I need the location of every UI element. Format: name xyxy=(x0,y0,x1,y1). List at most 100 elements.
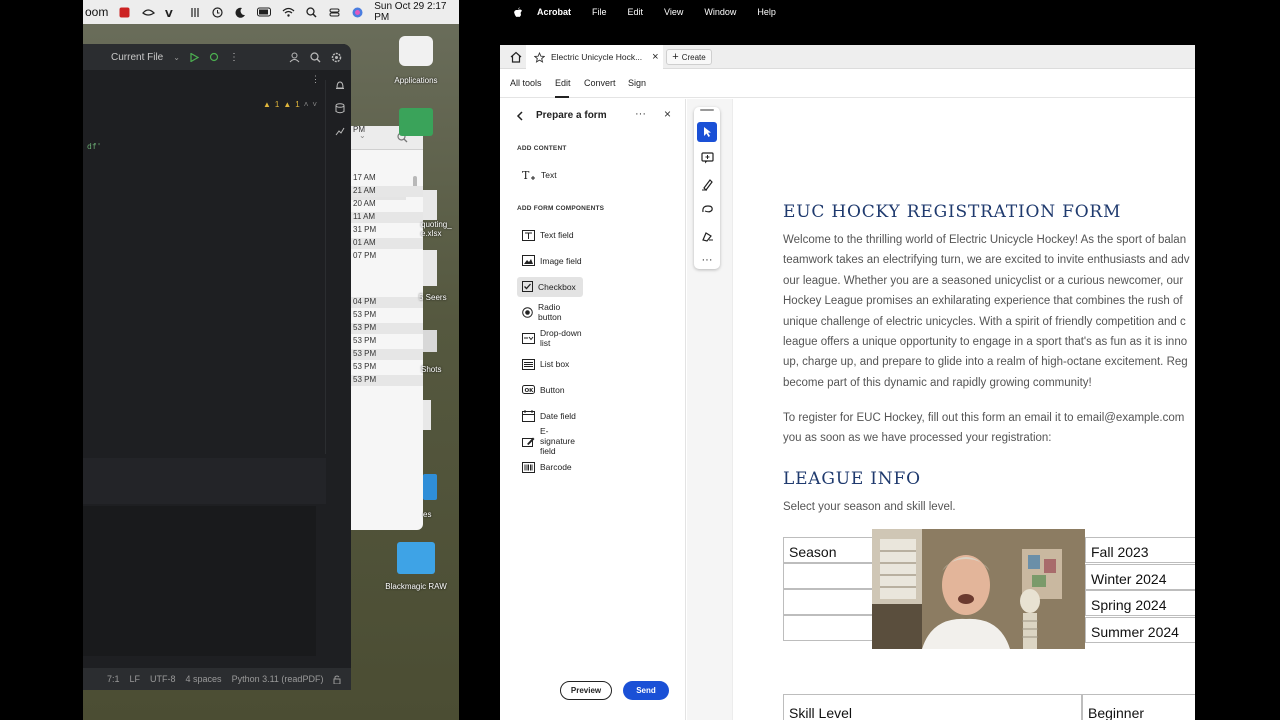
wifi-icon[interactable] xyxy=(281,5,294,19)
tab-all-tools[interactable]: All tools xyxy=(510,78,542,88)
vertical-toolbar: ··· xyxy=(694,107,720,269)
search-icon[interactable] xyxy=(310,51,321,63)
run-icon[interactable] xyxy=(190,52,199,62)
signature-icon[interactable] xyxy=(697,226,717,246)
python-interpreter[interactable]: Python 3.11 (readPDF) xyxy=(232,674,324,684)
season-option-cell[interactable]: Fall 2023 xyxy=(1085,537,1195,563)
moon-icon[interactable] xyxy=(234,5,247,19)
clock-icon[interactable] xyxy=(211,5,224,19)
menu-help[interactable]: Help xyxy=(757,7,776,17)
tab-sign[interactable]: Sign xyxy=(628,78,646,88)
blue-folder-icon[interactable] xyxy=(423,474,437,500)
database-icon[interactable] xyxy=(335,103,345,114)
add-button-button[interactable]: OK Button xyxy=(517,380,583,400)
applications-folder-icon[interactable] xyxy=(399,36,433,66)
finder-row-time[interactable]: 53 PM xyxy=(351,336,423,347)
indent-setting[interactable]: 4 spaces xyxy=(186,674,222,684)
finder-row-time[interactable]: 53 PM xyxy=(351,362,423,373)
add-esignature-field-button[interactable]: E-signature field xyxy=(517,426,583,456)
finder-row-time[interactable]: 11 AM xyxy=(351,212,423,223)
menu-file[interactable]: File xyxy=(592,7,607,17)
season-empty-cell[interactable] xyxy=(783,615,873,641)
run-config-select[interactable]: Current File xyxy=(111,52,163,63)
season-option-cell[interactable]: Summer 2024 xyxy=(1085,616,1195,643)
finder-row-time[interactable]: 04 PM xyxy=(351,297,423,308)
menu-window[interactable]: Window xyxy=(704,7,736,17)
vpn-icon[interactable]: V xyxy=(165,5,178,19)
more-tools-icon[interactable]: ··· xyxy=(697,250,717,270)
menu-app-name[interactable]: Acrobat xyxy=(537,7,571,17)
add-list-box-button[interactable]: List box xyxy=(517,354,583,374)
tab-convert[interactable]: Convert xyxy=(584,78,616,88)
add-date-field-button[interactable]: Date field xyxy=(517,406,583,426)
season-option-cell[interactable]: Spring 2024 xyxy=(1085,590,1195,616)
chart-icon[interactable] xyxy=(335,126,345,136)
fork-knife-icon[interactable] xyxy=(188,5,201,19)
folder-icon[interactable] xyxy=(397,542,435,574)
season-empty-cell[interactable] xyxy=(783,589,873,615)
season-empty-cell[interactable] xyxy=(783,563,873,589)
add-checkbox-button[interactable]: Checkbox xyxy=(517,276,583,297)
skill-option-cell[interactable]: Beginner xyxy=(1082,694,1195,720)
apple-icon[interactable] xyxy=(513,7,523,18)
drag-handle[interactable] xyxy=(700,109,714,111)
battery-icon[interactable] xyxy=(257,5,272,19)
finder-row-time[interactable]: 01 AM xyxy=(351,238,423,249)
menu-edit[interactable]: Edit xyxy=(628,7,644,17)
finder-row-time[interactable]: 53 PM xyxy=(351,323,423,334)
finder-row-time[interactable]: 53 PM xyxy=(351,375,423,386)
control-center-icon[interactable] xyxy=(328,5,341,19)
add-comment-icon[interactable] xyxy=(697,148,717,168)
user-icon[interactable] xyxy=(289,52,300,63)
more-horizontal-icon[interactable]: ··· xyxy=(635,108,646,120)
add-dropdown-list-button[interactable]: Drop-down list xyxy=(517,328,583,348)
season-option-cell[interactable]: Winter 2024 xyxy=(1085,563,1195,590)
finder-row-time[interactable]: 07 PM xyxy=(351,251,423,262)
tab-edit[interactable]: Edit xyxy=(555,78,571,88)
preview-button[interactable]: Preview xyxy=(560,681,612,700)
finder-row-time[interactable]: 53 PM xyxy=(351,310,423,321)
add-text-button[interactable]: T Text xyxy=(517,165,583,185)
finder-row-time[interactable]: 17 AM xyxy=(351,173,423,184)
star-icon[interactable] xyxy=(534,51,545,63)
file-encoding[interactable]: UTF-8 xyxy=(150,674,176,684)
home-icon[interactable] xyxy=(510,51,522,63)
siri-icon[interactable] xyxy=(351,5,364,19)
line-separator[interactable]: LF xyxy=(130,674,141,684)
screenshots-folder-icon[interactable] xyxy=(423,330,437,352)
finder-row-time[interactable]: 20 AM xyxy=(351,199,423,210)
terminal-panel[interactable] xyxy=(83,506,316,656)
create-button[interactable]: + Create xyxy=(666,49,712,65)
lock-icon[interactable] xyxy=(333,675,341,684)
more-vertical-icon[interactable]: ⋮ xyxy=(229,52,239,63)
menu-view[interactable]: View xyxy=(664,7,683,17)
finder-row-time[interactable]: 53 PM xyxy=(351,349,423,360)
select-tool-button[interactable] xyxy=(697,122,717,142)
back-arrow-icon[interactable] xyxy=(516,111,525,121)
close-panel-icon[interactable]: × xyxy=(664,107,671,121)
send-button[interactable]: Send xyxy=(623,681,669,700)
red-app-icon[interactable] xyxy=(118,5,131,19)
search-icon[interactable] xyxy=(305,5,318,19)
document-tab[interactable]: Electric Unicycle Hock... × xyxy=(526,45,663,69)
settings-icon[interactable] xyxy=(331,52,342,63)
wing-icon[interactable] xyxy=(141,5,155,19)
finder-row-time[interactable]: 21 AM xyxy=(351,186,423,197)
green-file-icon[interactable] xyxy=(399,108,433,136)
bell-icon[interactable] xyxy=(335,80,345,91)
spreadsheet-icon[interactable] xyxy=(423,190,437,220)
add-radio-button-button[interactable]: Radio button xyxy=(517,302,583,322)
add-image-field-button[interactable]: Image field xyxy=(517,251,583,271)
add-barcode-button[interactable]: Barcode xyxy=(517,457,583,477)
close-tab-icon[interactable]: × xyxy=(652,51,658,63)
finder-row-time[interactable]: 31 PM xyxy=(351,225,423,236)
document-icon[interactable] xyxy=(423,250,437,286)
draw-icon[interactable] xyxy=(697,200,717,220)
code-editor[interactable] xyxy=(83,80,326,454)
file-icon[interactable] xyxy=(423,400,431,430)
debug-icon[interactable] xyxy=(209,52,219,62)
add-text-field-button[interactable]: Text field xyxy=(517,225,583,245)
cursor-position[interactable]: 7:1 xyxy=(107,674,120,684)
highlight-pen-icon[interactable] xyxy=(697,174,717,194)
chevron-down-icon[interactable]: ⌄ xyxy=(173,53,180,62)
